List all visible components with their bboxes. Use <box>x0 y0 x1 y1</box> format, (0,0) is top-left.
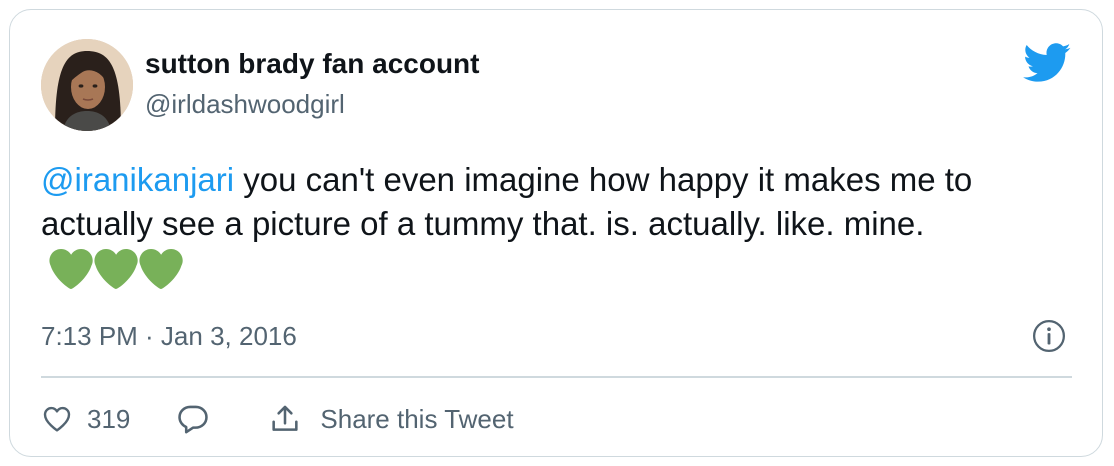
reply-bubble-icon <box>178 405 209 434</box>
share-button[interactable]: Share this Tweet <box>268 402 514 436</box>
avatar[interactable] <box>41 39 133 131</box>
tweet-actions: 319 Share this Tweet <box>41 397 514 441</box>
green-heart-icon <box>94 249 138 289</box>
tweet-text: @iranikanjari you can't even imagine how… <box>41 158 1061 300</box>
twitter-bird-icon[interactable] <box>1023 43 1072 83</box>
green-heart-icon <box>139 249 183 289</box>
mention-link[interactable]: @iranikanjari <box>41 161 234 198</box>
reply-button[interactable] <box>176 402 210 436</box>
heart-icon <box>43 406 71 432</box>
avatar-image <box>41 39 133 131</box>
tweet-card[interactable]: sutton brady fan account @irldashwoodgir… <box>9 9 1103 457</box>
author-handle[interactable]: @irldashwoodgirl <box>145 88 345 120</box>
share-upload-icon <box>272 405 298 431</box>
green-hearts-emoji <box>49 249 184 300</box>
like-button[interactable]: 319 <box>41 403 176 435</box>
author-display-name[interactable]: sutton brady fan account <box>145 47 479 81</box>
info-icon[interactable] <box>1032 319 1066 353</box>
tweet-timestamp[interactable]: 7:13 PM · Jan 3, 2016 <box>41 320 297 352</box>
like-count: 319 <box>87 403 131 434</box>
divider <box>41 376 1072 378</box>
green-heart-icon <box>49 249 93 289</box>
share-label: Share this Tweet <box>320 403 514 434</box>
